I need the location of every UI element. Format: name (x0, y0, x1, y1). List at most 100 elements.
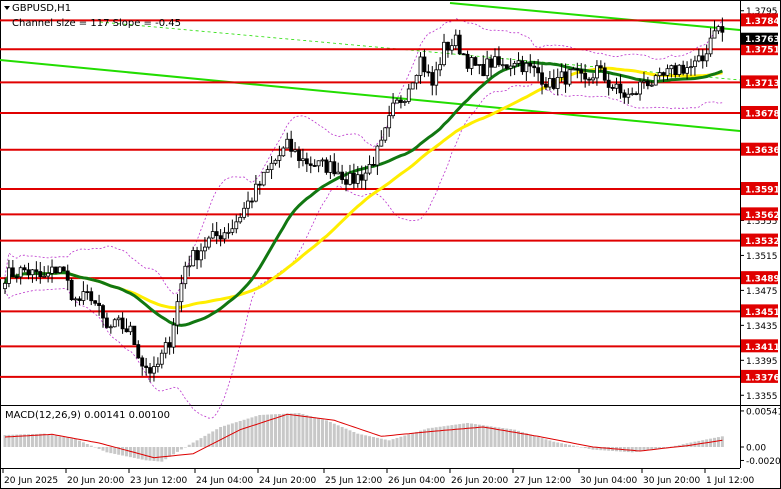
macd-bar (109, 447, 113, 454)
macd-bar (250, 417, 254, 447)
candle-body (555, 77, 560, 89)
candle-body (602, 67, 607, 81)
candle-body (489, 58, 493, 68)
candle-body (304, 158, 309, 165)
level-label: 1.3451 (745, 308, 780, 318)
time-tick-label: 20 Jun 2025 (4, 476, 58, 486)
candle-body (591, 77, 595, 81)
candle-body (693, 60, 697, 68)
macd-bar (340, 427, 344, 447)
macd-bar (564, 444, 568, 447)
candle-body (175, 301, 180, 326)
candle-body (720, 26, 725, 33)
macd-bar (383, 439, 387, 447)
macd-bar (356, 433, 360, 447)
macd-bar (148, 447, 152, 461)
candle-body (442, 41, 446, 66)
candle-body (336, 171, 341, 175)
macd-bar (454, 424, 458, 447)
candle-body (563, 71, 568, 85)
macd-bar (575, 446, 579, 447)
candle-body (446, 41, 450, 51)
candle-body (128, 325, 133, 333)
candle-body (116, 317, 121, 321)
candle-body (434, 69, 439, 86)
current-price-label: 1.3763 (745, 35, 780, 45)
candle-body (10, 267, 15, 278)
macd-bar (215, 429, 219, 447)
time-tick-label: 26 Jun 04:00 (388, 476, 445, 486)
candle-body (81, 291, 86, 301)
macd-bar (462, 423, 466, 447)
candle-body (657, 72, 662, 77)
candle-body (473, 57, 478, 66)
candle-body (477, 63, 482, 66)
candle-body (540, 72, 544, 85)
level-label: 1.3713 (745, 79, 780, 89)
time-tick-label: 20 Jun 20:00 (67, 476, 124, 486)
candle-body (14, 276, 19, 279)
candle-body (610, 87, 615, 89)
macd-bar (179, 447, 183, 450)
macd-bar (415, 431, 419, 447)
macd-bar (242, 419, 246, 447)
candle-body (199, 250, 203, 261)
price-tick-label: 1.3355 (746, 392, 778, 402)
macd-bar (411, 433, 415, 447)
level-label: 1.3678 (745, 109, 780, 119)
macd-tick-label: -0.00202 (746, 457, 781, 467)
candle-body (379, 139, 384, 147)
candle-body (681, 64, 686, 74)
candle-body (551, 78, 556, 89)
macd-bar (713, 437, 717, 447)
candle-body (234, 221, 239, 230)
candle-body (387, 115, 392, 129)
candle-body (195, 250, 199, 261)
candle-body (171, 324, 176, 348)
candle-body (504, 64, 509, 69)
macd-bar (716, 437, 720, 447)
candle-body (704, 53, 709, 62)
candle-body (716, 26, 721, 32)
macd-bar (309, 416, 313, 447)
time-tick-label: 30 Jun 20:00 (643, 476, 700, 486)
macd-bar (493, 426, 497, 447)
candle-body (606, 79, 611, 88)
candle-body (653, 75, 658, 86)
candle-body (257, 183, 262, 186)
candle-body (571, 68, 576, 71)
macd-bar (399, 436, 403, 447)
candle-body (73, 298, 78, 301)
candle-body (579, 69, 584, 74)
price-chart[interactable]: 1.37951.37551.36751.35951.35551.35151.34… (0, 0, 781, 489)
macd-bar (544, 439, 548, 447)
macd-bar (379, 438, 383, 447)
candle-body (332, 161, 337, 175)
macd-bar (254, 416, 258, 447)
macd-bar (46, 434, 50, 447)
candle-body (105, 317, 109, 328)
candle-body (669, 65, 674, 70)
candle-body (124, 328, 129, 333)
macd-bar (85, 444, 89, 447)
candle-body (163, 342, 168, 354)
macd-bar (336, 425, 340, 447)
time-tick-label: 25 Jun 12:00 (325, 476, 382, 486)
macd-bar (458, 424, 462, 447)
candle-body (183, 265, 188, 285)
candle-body (285, 138, 290, 149)
time-tick-label: 24 Jun 04:00 (196, 476, 253, 486)
candle-body (230, 228, 235, 233)
candle-body (485, 58, 490, 77)
candle-body (500, 64, 505, 67)
candle-body (191, 250, 196, 267)
candle-body (418, 56, 423, 76)
candle-body (140, 357, 145, 367)
candle-body (547, 78, 552, 88)
candle-body (430, 72, 435, 86)
macd-bar (587, 447, 591, 449)
candle-body (685, 67, 689, 74)
candle-body (206, 237, 211, 248)
symbol-timeframe: GBPUSD,H1 (12, 3, 71, 14)
macd-bar (281, 413, 285, 447)
